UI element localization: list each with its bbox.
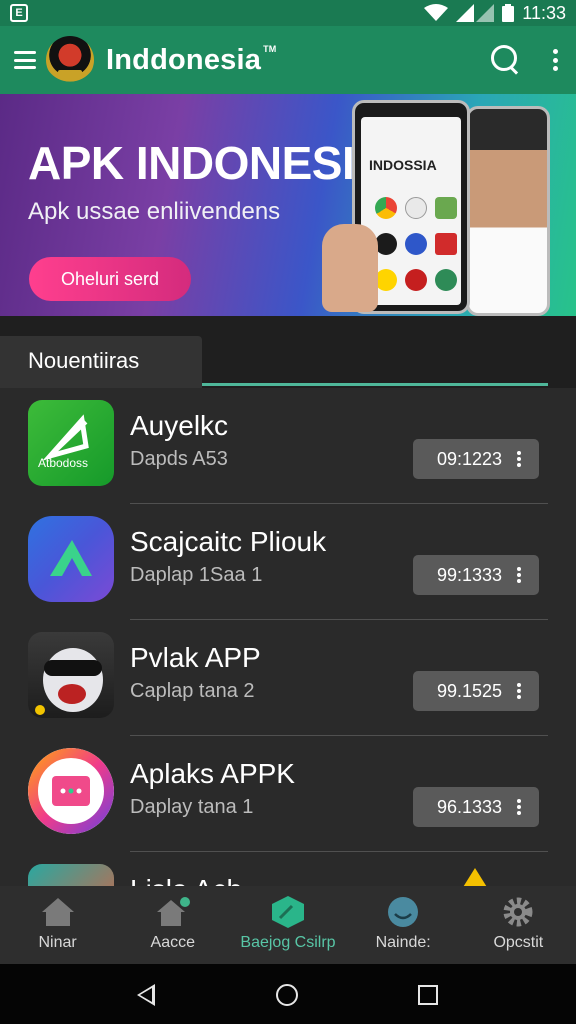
nav-item-add[interactable]: Aacce <box>115 886 230 964</box>
list-item[interactable]: Aplaks APPK Daplay tana 1 96.1333 <box>0 736 576 852</box>
more-options-icon[interactable] <box>517 567 521 583</box>
promo-banner[interactable]: APK INDONESIA Apk ussae enliivendens Ohe… <box>0 94 576 316</box>
nav-item-home[interactable]: Ninar <box>0 886 115 964</box>
app-mini-icon <box>435 269 457 291</box>
more-options-icon[interactable] <box>517 683 521 699</box>
hexagon-icon <box>271 896 304 928</box>
app-action-label: 09:1223 <box>437 448 503 469</box>
nav-label: Aacce <box>150 934 196 951</box>
home-button-icon[interactable] <box>276 984 298 1006</box>
app-bar: Inddonesia TM <box>0 26 576 94</box>
app-mini-icon <box>435 233 457 255</box>
system-nav-bar <box>0 964 576 1024</box>
nav-item-active[interactable]: Baejog Csilrp <box>230 886 345 964</box>
nav-label: Ninar <box>38 934 77 951</box>
play-mini-icon <box>375 233 397 255</box>
app-title: Lisla Ach <box>130 874 242 886</box>
app-mini-icon <box>375 269 397 291</box>
blue-chevron-icon <box>28 516 114 602</box>
gear-icon <box>503 897 533 927</box>
person-image <box>466 106 550 316</box>
nav-item-profile[interactable]: Nainde: <box>346 886 461 964</box>
bottom-nav: Ninar Aacce Baejog Csilrp Nainde: Opcsti… <box>0 886 576 964</box>
banner-cta-button[interactable]: Oheluri serd <box>29 257 191 301</box>
tab-indicator <box>202 383 548 386</box>
browser-icon <box>375 197 397 219</box>
more-options-icon[interactable] <box>517 799 521 815</box>
wifi-icon <box>424 4 449 21</box>
list-item[interactable]: Lisla Ach <box>0 852 576 886</box>
app-title: Pvlak APP <box>130 642 261 673</box>
status-indicators: 11:33 <box>424 3 566 24</box>
app-action-label: 99.1525 <box>437 680 503 701</box>
status-time: 11:33 <box>522 2 566 23</box>
app-mini-icon <box>405 269 427 291</box>
app-action-button[interactable]: 99.1525 <box>413 671 539 711</box>
app-action-button[interactable]: 96.1333 <box>413 787 539 827</box>
nav-label: Nainde: <box>375 934 431 951</box>
signal-icon <box>456 4 495 22</box>
app-action-label: 99:1333 <box>437 564 503 585</box>
back-icon[interactable] <box>137 984 155 1006</box>
trademark-mark: TM <box>263 43 277 54</box>
app-subtitle: Dapds A53 <box>130 448 228 470</box>
partial-icon <box>28 864 114 886</box>
notification-icon: E <box>10 4 28 22</box>
icon-caption: Atbodoss <box>38 456 89 470</box>
face-icon <box>388 897 419 927</box>
app-action-button[interactable]: 09:1223 <box>413 439 539 479</box>
green-arrow-icon: Atbodoss <box>28 400 114 486</box>
more-options-icon[interactable] <box>552 49 558 71</box>
list-item[interactable]: Scajcaitc Pliouk Daplap 1Saa 1 99:1333 <box>0 504 576 620</box>
app-list: Atbodoss Auyelkc Dapds A53 09:1223 Scajc… <box>0 388 576 886</box>
battery-icon <box>502 4 515 22</box>
app-logo <box>46 36 94 84</box>
hand-illustration <box>322 224 378 312</box>
app-subtitle: Daplay tana 1 <box>130 796 254 818</box>
recent-apps-icon[interactable] <box>418 985 438 1005</box>
app-mini-icon <box>405 197 427 219</box>
app-mini-icon <box>405 233 427 255</box>
app-subtitle: Caplap tana 2 <box>130 680 255 702</box>
app-title: Scajcaitc Pliouk <box>130 526 327 557</box>
list-item[interactable]: Pvlak APP Caplap tana 2 99.1525 <box>0 620 576 736</box>
section-tab[interactable]: Nouentiiras <box>0 336 202 388</box>
app-title: Aplaks APPK <box>130 758 295 789</box>
chat-bubble-icon <box>28 748 114 834</box>
app-title: Inddonesia TM <box>106 43 277 76</box>
more-options-icon[interactable] <box>517 451 521 467</box>
search-icon[interactable] <box>488 43 522 77</box>
nav-label: Baejog Csilrp <box>240 934 336 951</box>
app-title: Auyelkc <box>130 410 229 441</box>
home-plus-icon <box>156 897 190 926</box>
status-bar: E 11:33 <box>0 0 576 26</box>
banner-subtitle: Apk ussae enliivendens <box>28 198 281 225</box>
banner-title: APK INDONESIA <box>28 137 387 189</box>
character-icon <box>28 632 114 718</box>
list-item[interactable]: Atbodoss Auyelkc Dapds A53 09:1223 <box>0 388 576 504</box>
app-subtitle: Daplap 1Saa 1 <box>130 564 263 586</box>
phone-screen-text: INDOSSIA <box>369 157 437 173</box>
app-action-button[interactable]: 99:1333 <box>413 555 539 595</box>
app-action-label: 96.1333 <box>437 796 503 817</box>
app-mini-icon <box>435 197 457 219</box>
nav-item-settings[interactable]: Opcstit <box>461 886 576 964</box>
section-header: Nouentiiras <box>0 316 576 388</box>
home-icon <box>41 898 74 926</box>
nav-label: Opcstit <box>493 934 544 951</box>
menu-icon[interactable] <box>14 51 36 69</box>
warning-icon <box>463 868 487 886</box>
